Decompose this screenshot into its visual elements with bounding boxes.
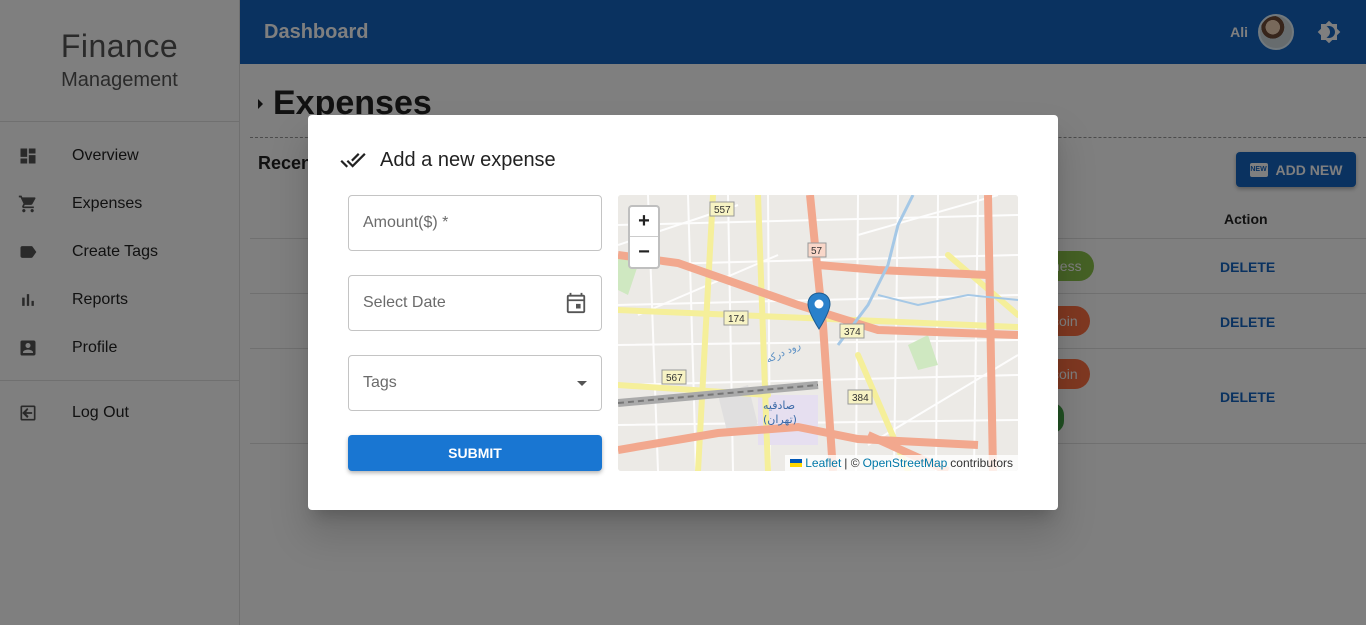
location-map[interactable]: 557 57 174 374 567 384 صادقیه (تهران) رو… <box>618 195 1018 471</box>
calendar-icon[interactable] <box>565 292 587 314</box>
road-label: 374 <box>844 327 861 338</box>
zoom-in-button[interactable]: + <box>630 207 658 237</box>
map-tiles[interactable]: 557 57 174 374 567 384 صادقیه (تهران) رو… <box>618 195 1018 471</box>
dialog-title: Add a new expense <box>380 148 556 171</box>
tags-select[interactable]: Tags <box>348 355 602 411</box>
done-all-icon <box>340 153 366 168</box>
amount-input[interactable] <box>363 214 587 232</box>
amount-field[interactable] <box>348 195 602 251</box>
road-label: 557 <box>714 205 731 216</box>
leaflet-link[interactable]: Leaflet <box>805 456 841 470</box>
zoom-control: + − <box>628 205 660 269</box>
tags-placeholder: Tags <box>363 374 397 391</box>
osm-link[interactable]: OpenStreetMap <box>863 456 948 470</box>
road-label: 57 <box>811 246 823 257</box>
date-field[interactable] <box>348 275 602 331</box>
location-marker-icon[interactable] <box>807 292 831 330</box>
add-expense-dialog: Add a new expense Tags SUBMIT <box>308 115 1058 510</box>
attribution-separator: | © <box>844 456 860 470</box>
zoom-out-button[interactable]: − <box>630 237 658 267</box>
date-input[interactable] <box>363 294 565 312</box>
attribution-suffix: contributors <box>950 456 1013 470</box>
arrow-drop-down-icon <box>577 380 587 386</box>
ukraine-flag-icon <box>790 459 803 467</box>
road-label: 174 <box>728 314 745 325</box>
place-label: صادقیه <box>763 399 795 412</box>
place-label: (تهران) <box>763 413 797 426</box>
submit-button[interactable]: SUBMIT <box>348 435 602 471</box>
map-attribution: Leaflet | © OpenStreetMap contributors <box>785 455 1018 471</box>
road-label: 567 <box>666 373 683 384</box>
road-label: 384 <box>852 393 869 404</box>
